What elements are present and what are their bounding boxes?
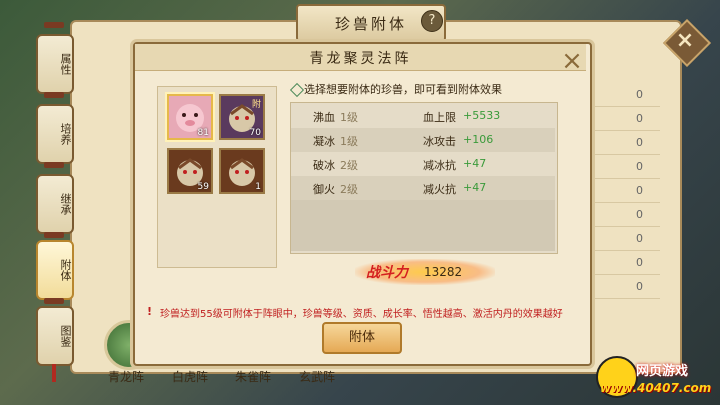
effect-attr: 冰攻击 bbox=[423, 135, 456, 148]
lantern-cap bbox=[44, 22, 64, 28]
power-label: 战斗力 bbox=[366, 265, 408, 281]
skill-level: 1级 bbox=[340, 135, 358, 148]
tab-black-tortoise[interactable]: 玄武阵 bbox=[299, 368, 335, 385]
effect-value: +5533 bbox=[463, 109, 501, 122]
outer-stat-row: 0 bbox=[590, 156, 660, 179]
side-tab-atlas[interactable]: 图鉴 bbox=[36, 306, 74, 366]
outer-stat-value: 0 bbox=[636, 160, 643, 173]
beast-level: 70 bbox=[249, 128, 261, 138]
outer-stat-row: 0 bbox=[590, 204, 660, 227]
effect-attr: 减火抗 bbox=[423, 183, 456, 196]
beast-slot[interactable]: 1 bbox=[219, 148, 265, 194]
beast-level: 1 bbox=[255, 182, 261, 192]
outer-stat-row: 0 bbox=[590, 228, 660, 251]
help-icon[interactable]: ? bbox=[421, 10, 443, 32]
effect-row-empty bbox=[291, 200, 555, 251]
modal-title: 青龙聚灵法阵 bbox=[309, 51, 412, 67]
lantern-cap bbox=[44, 232, 64, 238]
outer-stat-row: 0 bbox=[590, 132, 660, 155]
side-tab-inherit[interactable]: 继承 bbox=[36, 174, 74, 234]
skill-level: 2级 bbox=[340, 183, 358, 196]
skill-name: 御火 bbox=[313, 183, 335, 196]
side-tab-attributes[interactable]: 属性 bbox=[36, 34, 74, 94]
skill-name: 沸血 bbox=[313, 111, 335, 124]
lantern-tassel bbox=[52, 364, 56, 382]
lantern-cap bbox=[44, 298, 64, 304]
side-tab-training[interactable]: 培养 bbox=[36, 104, 74, 164]
effect-value: +47 bbox=[463, 157, 487, 170]
modal-close-button[interactable]: × bbox=[559, 48, 585, 74]
effect-attr: 减冰抗 bbox=[423, 159, 456, 172]
side-tab-label: 继承 bbox=[59, 193, 72, 215]
tab-azure-dragon[interactable]: 青龙阵 bbox=[108, 368, 144, 385]
tab-vermilion-bird[interactable]: 朱雀阵 bbox=[235, 368, 271, 385]
outer-stat-value: 0 bbox=[636, 88, 643, 101]
beast-slot[interactable]: 59 bbox=[167, 148, 213, 194]
lantern-cap bbox=[44, 92, 64, 98]
outer-stat-value: 0 bbox=[636, 112, 643, 125]
effect-attr: 血上限 bbox=[423, 111, 456, 124]
beast-slot[interactable]: 81 bbox=[167, 94, 213, 140]
outer-stat-row: 0 bbox=[590, 84, 660, 107]
attach-button[interactable]: 附体 bbox=[322, 322, 402, 354]
outer-stat-value: 0 bbox=[636, 208, 643, 221]
skill-level: 1级 bbox=[340, 111, 358, 124]
watermark-name: 网页游戏 bbox=[636, 364, 689, 379]
outer-stat-row: 0 bbox=[590, 276, 660, 299]
side-tab-label: 图鉴 bbox=[59, 325, 72, 347]
outer-close-button[interactable]: × bbox=[670, 26, 700, 56]
outer-stat-value: 0 bbox=[636, 280, 643, 293]
attached-badge: 附 bbox=[251, 100, 261, 110]
beast-level: 81 bbox=[197, 128, 209, 138]
outer-stat-row: 0 bbox=[590, 180, 660, 203]
side-tab-label: 附体 bbox=[59, 259, 72, 281]
side-tab-label: 培养 bbox=[59, 123, 72, 145]
warning-icon: ! bbox=[147, 305, 153, 318]
skill-name: 凝冰 bbox=[313, 135, 335, 148]
skill-level: 2级 bbox=[340, 159, 358, 172]
power-value: 13282 bbox=[424, 265, 463, 279]
warning-text: 珍兽达到55级可附体于阵眼中，珍兽等级、资质、成长率、悟性越高、激活内丹的效果越… bbox=[160, 309, 563, 320]
outer-stat-value: 0 bbox=[636, 184, 643, 197]
beast-slot[interactable]: 附 70 bbox=[219, 94, 265, 140]
outer-stat-value: 0 bbox=[636, 232, 643, 245]
outer-stat-row: 0 bbox=[590, 108, 660, 131]
skill-name: 破冰 bbox=[313, 159, 335, 172]
side-tab-attach[interactable]: 附体 bbox=[36, 240, 74, 300]
effect-value: +106 bbox=[463, 133, 494, 146]
outer-stat-value: 0 bbox=[636, 256, 643, 269]
watermark-url: www.40407.com bbox=[600, 381, 712, 395]
outer-stat-value: 0 bbox=[636, 136, 643, 149]
side-tab-label: 属性 bbox=[59, 53, 72, 75]
outer-stat-row: 0 bbox=[590, 252, 660, 275]
instruction-text: 选择想要附体的珍兽，即可看到附体效果 bbox=[304, 83, 502, 96]
tab-white-tiger[interactable]: 白虎阵 bbox=[172, 368, 208, 385]
lantern-cap bbox=[44, 162, 64, 168]
beast-level: 59 bbox=[197, 182, 209, 192]
effect-value: +47 bbox=[463, 181, 487, 194]
